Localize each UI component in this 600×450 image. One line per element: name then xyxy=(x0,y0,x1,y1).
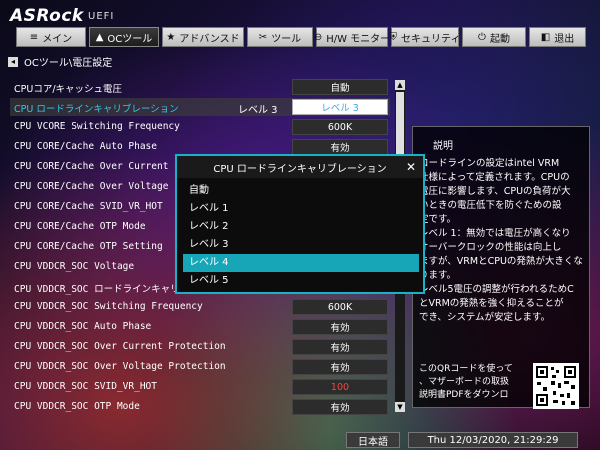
setting-label: CPU VCORE Switching Frequency xyxy=(14,121,180,132)
monitor-icon: ⊖ xyxy=(313,31,323,43)
setting-row[interactable]: CPU VDDCR_SOC SVID_VR_HOT 100 xyxy=(0,377,410,397)
setting-value[interactable]: 有効 xyxy=(292,139,388,155)
breadcrumb: ◂ OCツール\電圧設定 xyxy=(8,54,112,69)
setting-row[interactable]: CPU VCORE Switching Frequency 600K xyxy=(0,117,410,137)
power-icon: ⏻ xyxy=(478,31,486,43)
tab-advanced[interactable]: ★ アドバンスド xyxy=(162,27,244,47)
dialog-option[interactable]: レベル 1 xyxy=(183,200,419,218)
breadcrumb-text: OCツール\電圧設定 xyxy=(24,58,113,69)
tab-label: 退出 xyxy=(554,33,575,45)
tab-exit[interactable]: ◧ 退出 xyxy=(529,27,586,47)
datetime-display: Thu 12/03/2020, 21:29:29 xyxy=(408,432,578,448)
tab-label: 起動 xyxy=(489,33,510,45)
setting-label: CPU VDDCR_SOC Over Voltage Protection xyxy=(14,361,226,372)
setting-value[interactable]: 自動 xyxy=(292,79,388,95)
description-panel: 説明 ロードラインの設定はintel VRM 仕様によって定義されます。CPUの… xyxy=(412,126,590,409)
close-icon[interactable]: ✕ xyxy=(403,159,419,175)
setting-row[interactable]: CPU VDDCR_SOC Auto Phase 有効 xyxy=(0,317,410,337)
tab-label: メイン xyxy=(42,33,73,45)
setting-label: CPU CORE/Cache Auto Phase xyxy=(14,141,157,152)
setting-row[interactable]: CPU VDDCR_SOC Switching Frequency 600K xyxy=(0,297,410,317)
scroll-down-icon[interactable]: ▼ xyxy=(395,402,405,412)
dialog-option[interactable]: 自動 xyxy=(183,182,419,200)
dialog-title: CPU ロードラインキャリブレーション xyxy=(177,156,423,178)
tab-label: H/W モニター xyxy=(326,33,391,45)
setting-row[interactable]: CPUコア/キャッシュ電圧 自動 xyxy=(0,77,410,97)
dialog-option[interactable]: レベル 2 xyxy=(183,218,419,236)
qr-code-icon xyxy=(533,363,579,409)
current-value: レベル 3 xyxy=(238,105,278,116)
setting-value[interactable]: 有効 xyxy=(292,399,388,415)
setting-label: CPU CORE/Cache OTP Mode xyxy=(14,221,146,232)
language-button[interactable]: 日本語 xyxy=(346,432,400,448)
setting-value[interactable]: レベル 3 xyxy=(292,99,388,115)
setting-label: CPU VDDCR_SOC Auto Phase xyxy=(14,321,152,332)
setting-row[interactable]: CPU VDDCR_SOC OTP Mode 有効 xyxy=(0,397,410,417)
option-dialog: CPU ロードラインキャリブレーション ✕ 自動 レベル 1 レベル 2 レベル… xyxy=(175,154,425,294)
setting-label: CPU VDDCR_SOC ロードラインキャリブ xyxy=(14,284,190,295)
asrock-logo: ASRock xyxy=(10,6,84,26)
setting-label: CPU CORE/Cache SVID_VR_HOT xyxy=(14,201,163,212)
footer: 日本語 Thu 12/03/2020, 21:29:29 xyxy=(0,432,600,450)
setting-value[interactable]: 有効 xyxy=(292,339,388,355)
setting-row-selected[interactable]: CPU ロードラインキャリブレーション レベル 3 レベル 3 xyxy=(0,97,410,117)
tab-label: ツール xyxy=(271,33,302,45)
setting-label: CPU VDDCR_SOC Switching Frequency xyxy=(14,301,203,312)
tab-security[interactable]: ⛨ セキュリティ xyxy=(389,27,461,47)
description-text: ロードラインの設定はintel VRM 仕様によって定義されます。CPUの 電圧… xyxy=(419,158,583,323)
setting-label: CPUコア/キャッシュ電圧 xyxy=(14,84,123,95)
description-title: 説明 xyxy=(433,141,453,152)
scroll-up-icon[interactable]: ▲ xyxy=(395,80,405,90)
rocket-icon: ▲ xyxy=(95,31,104,43)
tools-icon: ✂ xyxy=(258,31,268,43)
setting-row[interactable]: CPU VDDCR_SOC Over Voltage Protection 有効 xyxy=(0,357,410,377)
setting-label: CPU VDDCR_SOC Voltage xyxy=(14,261,135,272)
tab-main[interactable]: ≡ メイン xyxy=(16,27,86,47)
setting-value[interactable]: 100 xyxy=(292,379,388,395)
star-icon: ★ xyxy=(166,31,176,43)
setting-label: CPU CORE/Cache OTP Setting xyxy=(14,241,163,252)
tab-label: アドバンスド xyxy=(179,33,240,45)
top-nav: ≡ メイン ▲ OCツール ★ アドバンスド ✂ ツール ⊖ H/W モニター ⛨ セキュリ… xyxy=(16,27,586,47)
tab-label: OCツール xyxy=(107,33,153,45)
setting-value[interactable]: 600K xyxy=(292,119,388,135)
setting-value[interactable]: 600K xyxy=(292,299,388,315)
setting-label: CPU VDDCR_SOC SVID_VR_HOT xyxy=(14,381,157,392)
tab-label: セキュリティ xyxy=(401,33,461,45)
setting-label: CPU VDDCR_SOC Over Current Protection xyxy=(14,341,226,352)
dialog-option[interactable]: レベル 3 xyxy=(183,236,419,254)
tab-tools[interactable]: ✂ ツール xyxy=(247,27,313,47)
shield-icon: ⛨ xyxy=(389,31,398,43)
tab-hw-monitor[interactable]: ⊖ H/W モニター xyxy=(313,27,391,47)
dialog-options: 自動 レベル 1 レベル 2 レベル 3 レベル 4 レベル 5 xyxy=(183,182,419,290)
setting-label: CPU VDDCR_SOC OTP Mode xyxy=(14,401,140,412)
exit-icon: ◧ xyxy=(540,31,551,43)
back-arrow-icon[interactable]: ◂ xyxy=(8,56,18,67)
qr-caption: このQRコードを使って 、マザーボードの取扱 説明書PDFをダウンロ xyxy=(419,364,513,400)
setting-value[interactable]: 有効 xyxy=(292,359,388,375)
setting-value[interactable]: 有効 xyxy=(292,319,388,335)
dialog-option[interactable]: レベル 5 xyxy=(183,272,419,290)
setting-row[interactable]: CPU VDDCR_SOC Over Current Protection 有効 xyxy=(0,337,410,357)
list-icon: ≡ xyxy=(29,31,39,43)
tab-oc-tools[interactable]: ▲ OCツール xyxy=(89,27,159,47)
setting-label: CPU ロードラインキャリブレーション xyxy=(14,104,179,115)
uefi-label: UEFI xyxy=(88,11,115,22)
tab-boot[interactable]: ⏻ 起動 xyxy=(462,27,526,47)
dialog-option-selected[interactable]: レベル 4 xyxy=(183,254,419,272)
